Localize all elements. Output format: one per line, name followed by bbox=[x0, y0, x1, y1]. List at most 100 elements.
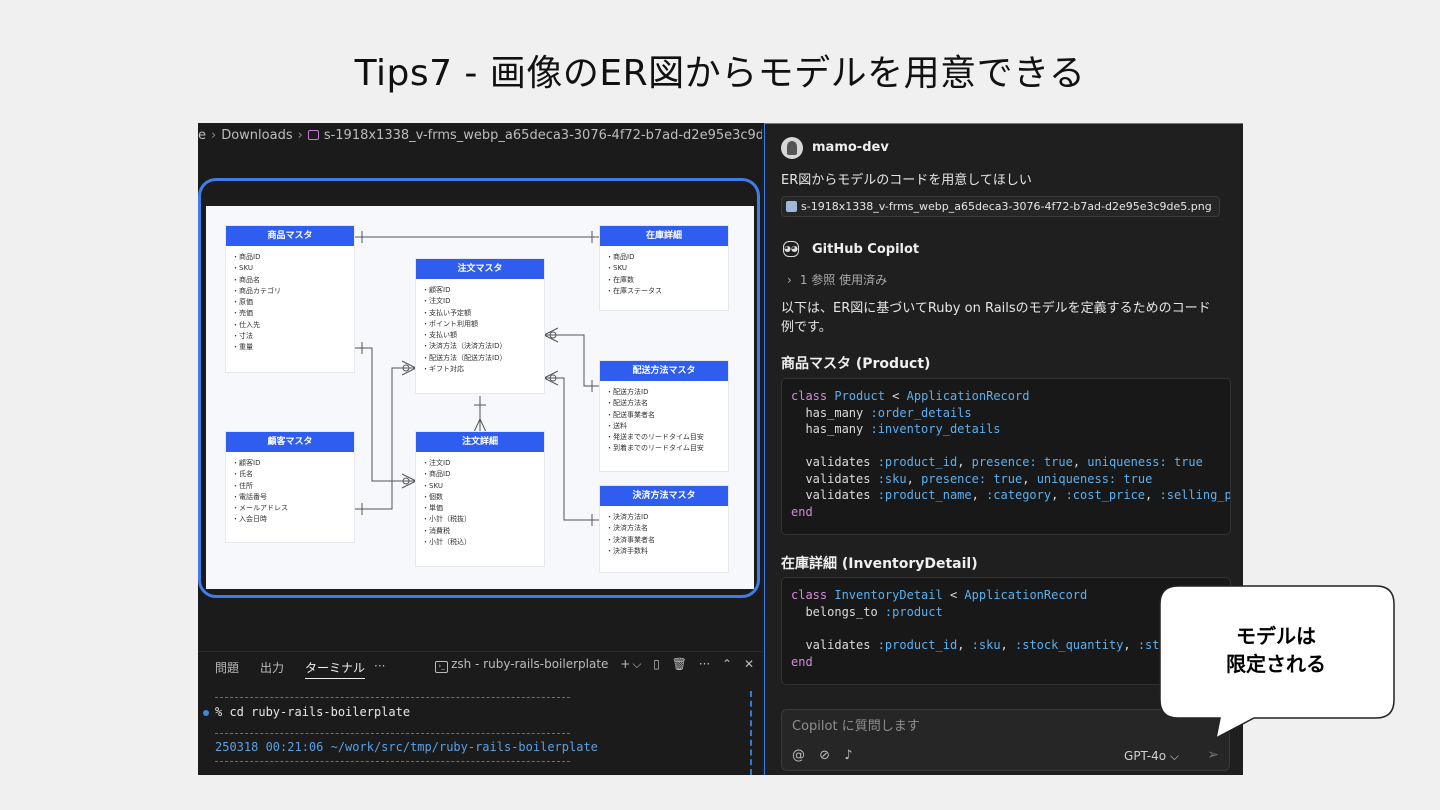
entity-attr: ・決済手数料 bbox=[606, 546, 648, 555]
entity-attr: ・決済方法（決済方法ID） bbox=[422, 342, 507, 351]
code-line: has_many :inventory_details bbox=[791, 422, 1001, 436]
chevron-right-icon: › bbox=[787, 273, 792, 287]
breadcrumb-prefix[interactable]: e bbox=[198, 123, 206, 149]
slide-title: Tips7 - 画像のER図からモデルを用意できる bbox=[354, 53, 1086, 94]
entity-attr: ・売価 bbox=[232, 309, 253, 318]
panel-tabs: 問題 出力 ターミナル ··· ›_ zsh - ruby-rails-boile… bbox=[198, 651, 762, 682]
mic-icon[interactable]: ♪ bbox=[844, 748, 852, 763]
entity-title: 注文マスタ bbox=[416, 259, 544, 279]
entity-attr: ・発送までのリードタイム目安 bbox=[606, 433, 704, 442]
entity-attr: ・電話番号 bbox=[232, 492, 267, 501]
more-actions-button[interactable]: ··· bbox=[699, 657, 710, 671]
entity-attr: ・在庫数 bbox=[606, 275, 634, 284]
chat-input[interactable] bbox=[790, 718, 1214, 735]
entity-attr: ・注文ID bbox=[422, 459, 451, 467]
entity-attr: ・注文ID bbox=[422, 297, 451, 306]
entity-attr: ・顧客ID bbox=[422, 286, 451, 294]
more-tabs-button[interactable]: ··· bbox=[374, 659, 385, 673]
send-icon[interactable]: ➢ bbox=[1207, 747, 1219, 763]
code-line: validates :product_name, :category, :cos… bbox=[791, 488, 1230, 502]
code-block-product[interactable]: class Product < ApplicationRecord has_ma… bbox=[781, 378, 1231, 535]
close-panel-button[interactable]: ✕ bbox=[744, 657, 754, 671]
entity-title: 顧客マスタ bbox=[226, 432, 354, 452]
entity-attr: ・小計（税抜） bbox=[422, 515, 471, 524]
section-heading-product: 商品マスタ (Product) bbox=[781, 356, 931, 372]
chevron-down-icon[interactable]: ⌵ bbox=[632, 657, 641, 671]
callout-line-1: モデルは bbox=[1236, 624, 1316, 648]
input-tools: @ ⊘ ♪ bbox=[792, 748, 862, 763]
entity-attr: ・商品カテゴリ bbox=[232, 286, 281, 295]
terminal-rule bbox=[215, 761, 570, 762]
entity-attr: ・ギフト対応 bbox=[422, 365, 464, 374]
code-line: end bbox=[791, 655, 813, 669]
entity-title: 注文詳細 bbox=[416, 432, 544, 452]
entity-attr: ・メールアドレス bbox=[232, 504, 288, 513]
section-heading-inventory: 在庫詳細 (InventoryDetail) bbox=[781, 556, 978, 572]
entity-attr: ・決済方法名 bbox=[606, 524, 648, 533]
breadcrumb-file[interactable]: s-1918x1338_v-frms_webp_a65deca3-3076-4f… bbox=[324, 123, 762, 149]
attachment-chip[interactable]: s-1918x1338_v-frms_webp_a65deca3-3076-4f… bbox=[781, 196, 1220, 217]
copilot-icon: ◕◕ bbox=[783, 241, 799, 257]
mention-button[interactable]: @ bbox=[792, 748, 805, 763]
code-line: class Product < ApplicationRecord bbox=[791, 389, 1030, 403]
terminal-command-line: % cd ruby-rails-boilerplate bbox=[215, 705, 411, 719]
entity-attr: ・商品名 bbox=[232, 275, 260, 284]
entity-attr: ・商品ID bbox=[232, 253, 261, 261]
avatar bbox=[781, 137, 803, 159]
code-line: class InventoryDetail < ApplicationRecor… bbox=[791, 588, 1088, 602]
vscode-window: e › Downloads › s-1918x1338_v-frms_webp_a65d… bbox=[198, 123, 1243, 775]
entity-attr: ・仕入先 bbox=[232, 320, 260, 329]
new-terminal-button[interactable]: + bbox=[620, 657, 630, 671]
terminal-toolbar: ›_ zsh - ruby-rails-boilerplate + ⌵ ▯ 🗑 ··… bbox=[427, 657, 754, 673]
tab-output[interactable]: 出力 bbox=[260, 659, 284, 676]
terminal-rule bbox=[215, 697, 570, 698]
editor-pane: e › Downloads › s-1918x1338_v-frms_webp_a65d… bbox=[198, 123, 762, 775]
code-line: belongs_to :product bbox=[791, 605, 943, 619]
entity-attr: ・送料 bbox=[606, 421, 627, 430]
entity-attr: ・小計（税込） bbox=[422, 538, 471, 547]
entity-attr: ・寸法 bbox=[232, 332, 253, 341]
terminal-prompt-line: 250318 00:21:06 ~/work/src/tmp/ruby-rail… bbox=[215, 740, 598, 754]
entity-title: 商品マスタ bbox=[226, 226, 354, 246]
entity-attr: ・住所 bbox=[232, 481, 253, 490]
tab-problems[interactable]: 問題 bbox=[215, 659, 239, 676]
entity-attr: ・入会日時 bbox=[232, 515, 267, 524]
entity-payment-method-master: 決済方法マスタ ・決済方法ID ・決済方法名 ・決済事業者名 ・決済手数料 bbox=[600, 486, 728, 572]
user-name: mamo-dev bbox=[812, 140, 889, 155]
split-terminal-button[interactable]: ▯ bbox=[653, 657, 660, 671]
breadcrumb: e › Downloads › s-1918x1338_v-frms_webp_a65d… bbox=[198, 123, 762, 149]
breadcrumb-folder[interactable]: Downloads bbox=[221, 123, 292, 149]
tab-terminal[interactable]: ターミナル bbox=[305, 659, 366, 679]
entity-attr: ・単価 bbox=[422, 504, 443, 513]
file-image-icon bbox=[307, 130, 319, 140]
terminal-name[interactable]: zsh - ruby-rails-boilerplate bbox=[451, 657, 608, 671]
entity-attr: ・SKU bbox=[422, 481, 443, 490]
trash-icon[interactable]: 🗑 bbox=[672, 657, 687, 671]
code-line: has_many :order_details bbox=[791, 406, 972, 420]
entity-attr: ・在庫ステータス bbox=[606, 286, 662, 295]
entity-shipping-method-master: 配送方法マスタ ・配送方法ID ・配送方法名 ・配送事業者名 ・送料 ・発送まで… bbox=[600, 361, 728, 471]
terminal-rule bbox=[215, 733, 570, 734]
references-toggle[interactable]: › 1 参照 使用済み bbox=[787, 271, 887, 288]
code-line: end bbox=[791, 505, 813, 519]
model-select[interactable]: GPT-4o ⌵ bbox=[1124, 749, 1179, 764]
maximize-panel-button[interactable]: ⌃ bbox=[722, 657, 732, 671]
entity-attr: ・決済事業者名 bbox=[606, 535, 655, 544]
code-line: validates :product_id, presence: true, u… bbox=[791, 455, 1203, 469]
chevron-right-icon: › bbox=[297, 128, 303, 143]
terminal[interactable]: % cd ruby-rails-boilerplate 250318 00:21… bbox=[198, 683, 750, 775]
entity-attr: ・顧客ID bbox=[232, 459, 261, 467]
entity-attr: ・決済方法ID bbox=[606, 513, 649, 521]
terminal-scrollbar[interactable] bbox=[750, 691, 756, 775]
attach-icon[interactable]: ⊘ bbox=[819, 748, 830, 763]
entity-attr: ・個数 bbox=[422, 492, 443, 501]
entity-product-master: 商品マスタ ・商品ID ・SKU ・商品名 ・商品カテゴリ ・原価 ・売価 ・仕… bbox=[226, 226, 354, 372]
callout-line-2: 限定される bbox=[1226, 652, 1326, 676]
terminal-icon: ›_ bbox=[435, 661, 449, 673]
entity-attr: ・商品ID bbox=[606, 253, 635, 261]
entity-attr: ・重量 bbox=[232, 343, 253, 352]
code-line: validates :sku, presence: true, uniquene… bbox=[791, 472, 1153, 486]
entity-attr: ・到着までのリードタイム目安 bbox=[606, 444, 704, 453]
entity-attr: ・支払い額 bbox=[422, 331, 457, 340]
entity-title: 在庫詳細 bbox=[600, 226, 728, 246]
